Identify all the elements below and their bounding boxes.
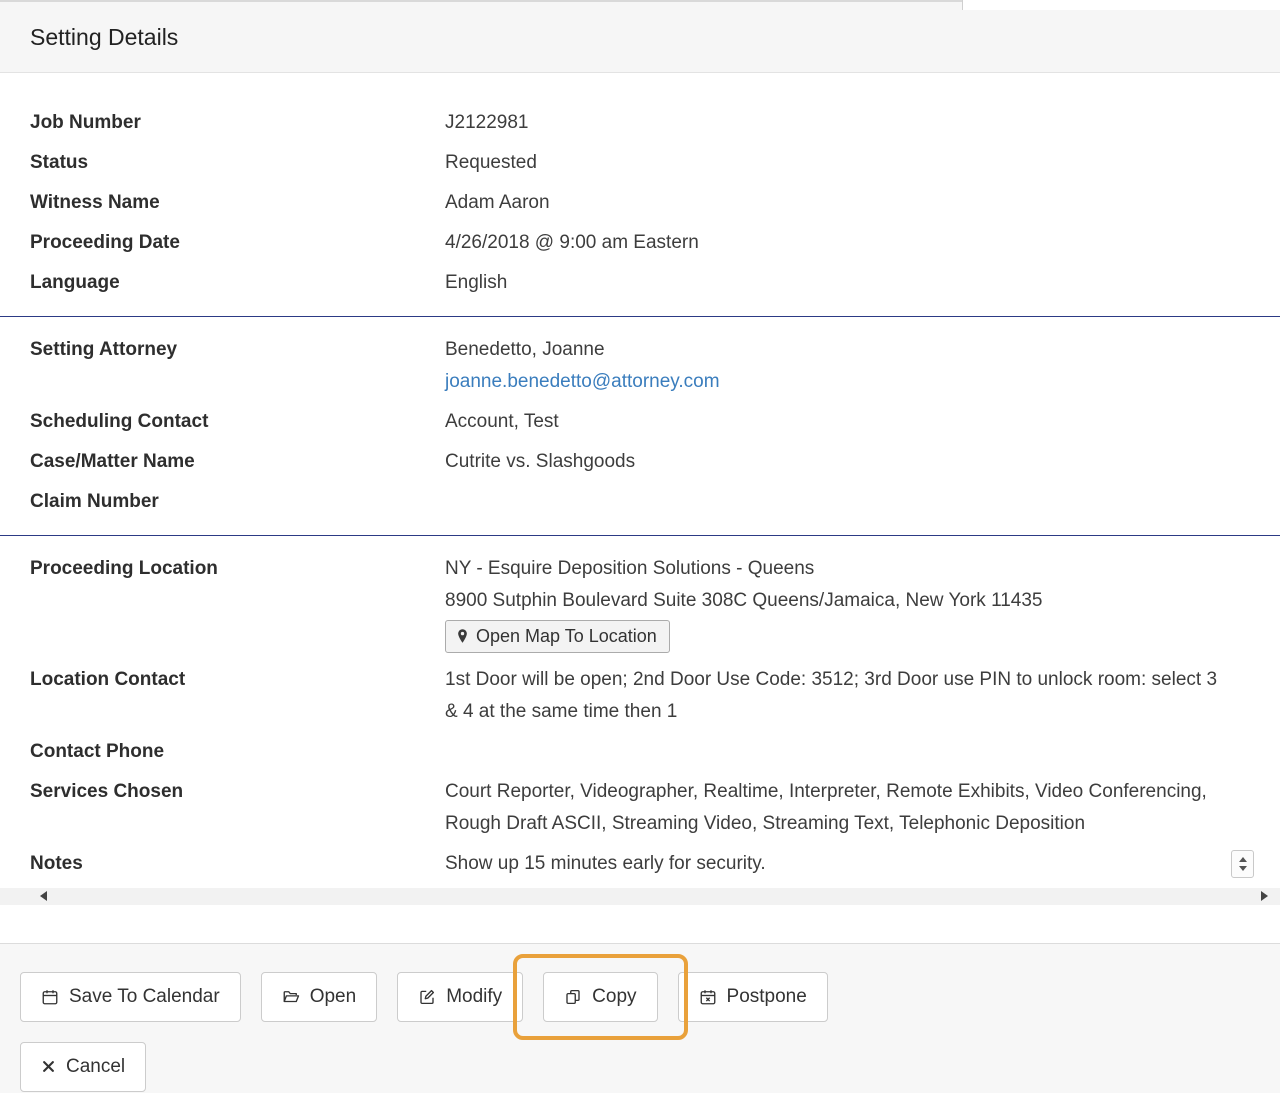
field-contact-phone: Contact Phone: [30, 736, 1220, 768]
field-value: [445, 486, 1220, 518]
field-value: [445, 736, 1220, 768]
cancel-button-row: Cancel: [20, 1042, 1260, 1092]
spinner-up-icon[interactable]: [1239, 857, 1247, 862]
copy-button[interactable]: Copy: [543, 972, 657, 1022]
horizontal-scrollbar[interactable]: [0, 888, 1280, 905]
modify-button[interactable]: Modify: [397, 972, 523, 1022]
open-map-label: Open Map To Location: [476, 624, 657, 648]
postpone-button[interactable]: Postpone: [678, 972, 828, 1022]
field-value: Show up 15 minutes early for security.: [445, 848, 1220, 880]
button-label: Postpone: [727, 985, 807, 1009]
field-value: Cutrite vs. Slashgoods: [445, 446, 1220, 478]
field-job-number: Job Number J2122981: [30, 107, 1220, 139]
general-section: Job Number J2122981 Status Requested Wit…: [0, 107, 1280, 299]
setting-details-header: Setting Details: [0, 0, 1280, 73]
calendar-icon: [41, 988, 59, 1006]
field-setting-attorney: Setting Attorney Benedetto, Joanne joann…: [30, 334, 1220, 398]
notes-scroll-spinner[interactable]: [1231, 850, 1254, 878]
field-value: Court Reporter, Videographer, Realtime, …: [445, 776, 1220, 840]
copy-highlight-annotation: Copy: [513, 954, 687, 1040]
field-label: Claim Number: [30, 486, 445, 518]
field-label: Scheduling Contact: [30, 406, 445, 438]
attorney-name: Benedetto, Joanne: [445, 334, 1220, 366]
calendar-x-icon: [699, 988, 717, 1006]
page-title: Setting Details: [30, 24, 178, 51]
parties-section: Setting Attorney Benedetto, Joanne joann…: [0, 334, 1280, 518]
save-to-calendar-button[interactable]: Save To Calendar: [20, 972, 241, 1022]
location-address: 8900 Sutphin Boulevard Suite 308C Queens…: [445, 585, 1220, 617]
field-scheduling-contact: Scheduling Contact Account, Test: [30, 406, 1220, 438]
field-services-chosen: Services Chosen Court Reporter, Videogra…: [30, 776, 1220, 840]
field-location-contact: Location Contact 1st Door will be open; …: [30, 664, 1220, 728]
scroll-left-icon[interactable]: [40, 888, 47, 905]
field-status: Status Requested: [30, 147, 1220, 179]
field-value: 1st Door will be open; 2nd Door Use Code…: [445, 664, 1220, 728]
field-value: Benedetto, Joanne joanne.benedetto@attor…: [445, 334, 1220, 398]
x-icon: [41, 1059, 56, 1074]
map-pin-icon: [456, 628, 469, 645]
field-proceeding-location: Proceeding Location NY - Esquire Deposit…: [30, 553, 1220, 656]
open-map-button[interactable]: Open Map To Location: [445, 620, 670, 653]
action-footer: Save To Calendar Open Modify Copy: [0, 943, 1280, 1093]
button-label: Cancel: [66, 1055, 125, 1079]
field-label: Proceeding Date: [30, 227, 445, 259]
corner-notch: [962, 0, 1280, 10]
section-divider: [0, 535, 1280, 536]
spinner-down-icon[interactable]: [1239, 866, 1247, 871]
field-value: J2122981: [445, 107, 1220, 139]
open-button[interactable]: Open: [261, 972, 377, 1022]
setting-details-content: Job Number J2122981 Status Requested Wit…: [0, 73, 1280, 905]
button-label: Modify: [446, 985, 502, 1009]
field-label: Status: [30, 147, 445, 179]
field-language: Language English: [30, 267, 1220, 299]
folder-open-icon: [282, 988, 300, 1006]
field-value: NY - Esquire Deposition Solutions - Quee…: [445, 553, 1220, 656]
field-value: 4/26/2018 @ 9:00 am Eastern: [445, 227, 1220, 259]
attorney-email-link[interactable]: joanne.benedetto@attorney.com: [445, 371, 720, 392]
field-label: Setting Attorney: [30, 334, 445, 398]
button-label: Copy: [592, 985, 636, 1009]
scroll-right-icon[interactable]: [1261, 888, 1268, 905]
copy-icon: [564, 988, 582, 1006]
field-label: Location Contact: [30, 664, 445, 728]
field-value: English: [445, 267, 1220, 299]
field-label: Services Chosen: [30, 776, 445, 840]
field-case-matter-name: Case/Matter Name Cutrite vs. Slashgoods: [30, 446, 1220, 478]
field-proceeding-date: Proceeding Date 4/26/2018 @ 9:00 am East…: [30, 227, 1220, 259]
edit-icon: [418, 988, 436, 1006]
cancel-button[interactable]: Cancel: [20, 1042, 146, 1092]
field-label: Language: [30, 267, 445, 299]
field-witness-name: Witness Name Adam Aaron: [30, 187, 1220, 219]
field-label: Contact Phone: [30, 736, 445, 768]
location-section: Proceeding Location NY - Esquire Deposit…: [0, 553, 1280, 880]
field-value: Account, Test: [445, 406, 1220, 438]
field-label: Job Number: [30, 107, 445, 139]
button-label: Save To Calendar: [69, 985, 220, 1009]
field-label: Notes: [30, 848, 445, 880]
field-label: Proceeding Location: [30, 553, 445, 656]
button-label: Open: [310, 985, 356, 1009]
field-value: Adam Aaron: [445, 187, 1220, 219]
status-value: Requested: [445, 147, 1220, 179]
field-label: Case/Matter Name: [30, 446, 445, 478]
location-name: NY - Esquire Deposition Solutions - Quee…: [445, 553, 1220, 585]
action-button-row: Save To Calendar Open Modify Copy: [20, 972, 1260, 1022]
field-label: Witness Name: [30, 187, 445, 219]
field-notes: Notes Show up 15 minutes early for secur…: [30, 848, 1220, 880]
section-divider: [0, 316, 1280, 317]
field-claim-number: Claim Number: [30, 486, 1220, 518]
